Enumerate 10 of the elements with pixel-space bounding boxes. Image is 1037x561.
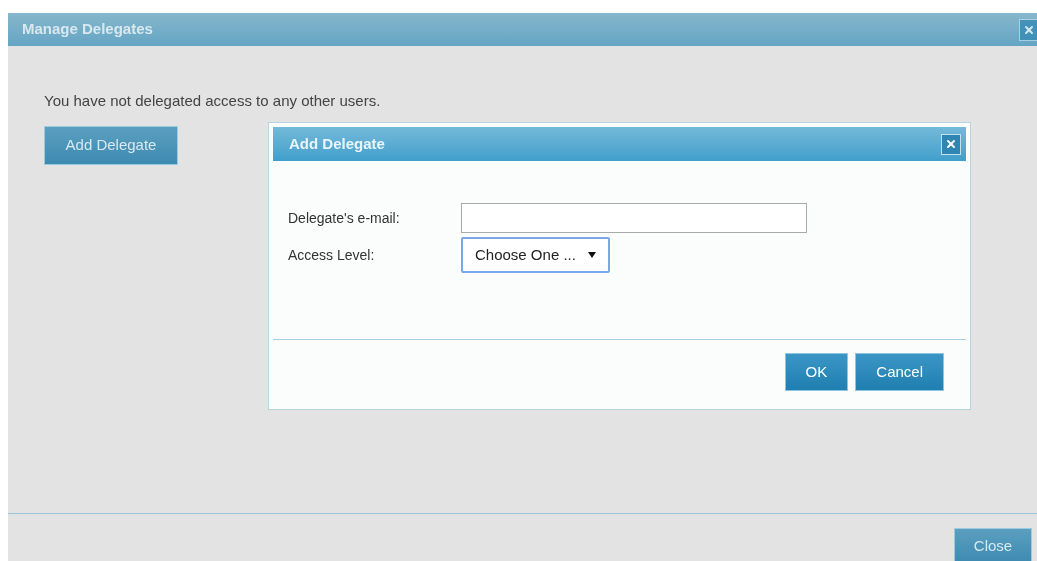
field-label: Delegate's e-mail: [288,208,401,228]
status-message: You have not delegated access to any other users. [44,91,382,111]
window-title: Manage Delegates [22,19,153,40]
access-level-dropdown[interactable]: Choose One ... [461,237,610,273]
dialog-title: Add Delegate [289,133,385,154]
field-label: Access Level: [288,245,376,265]
dialog-button[interactable]: OK [784,353,849,391]
dialog-button[interactable]: Cancel [855,353,944,391]
add-delegate-button[interactable]: Add Delegate [44,125,178,165]
close-dialog-button[interactable]: Close [954,528,1032,561]
